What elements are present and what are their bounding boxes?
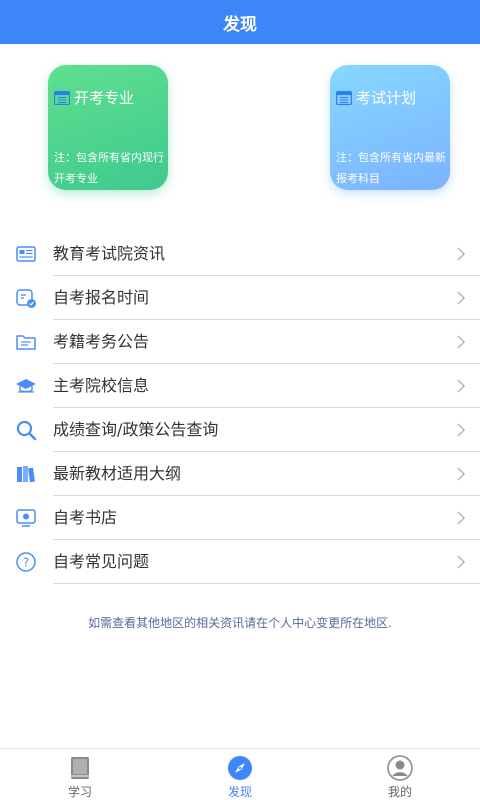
newspaper-icon — [16, 246, 36, 262]
card-open-majors[interactable]: 开考专业 注：包含所有省内现行开考专业 — [48, 65, 168, 190]
card-header: 开考专业 — [54, 87, 162, 108]
menu-item-label: 成绩查询/政策公告查询 — [53, 420, 219, 439]
search-icon — [16, 420, 37, 441]
menu-item-label: 最新教材适用大纲 — [53, 464, 182, 483]
menu-item-label: 考籍考务公告 — [53, 332, 150, 351]
chevron-right-icon — [457, 555, 466, 569]
tab-study[interactable]: 学习 — [0, 749, 160, 800]
card-title: 开考专业 — [74, 89, 135, 107]
registration-clock-icon — [16, 289, 36, 308]
menu-item-label: 教育考试院资讯 — [53, 244, 166, 263]
question-icon: ? — [16, 552, 36, 572]
tab-discover[interactable]: 发现 — [160, 749, 320, 800]
card-header: 考试计划 — [336, 87, 444, 108]
divider — [53, 583, 480, 584]
store-screen-icon — [16, 509, 36, 527]
card-note: 注：包含所有省内最新报考科目 — [336, 151, 446, 185]
calendar-grid-icon — [336, 90, 352, 105]
user-icon — [387, 755, 413, 781]
menu-item-exam-news[interactable]: 教育考试院资讯 — [0, 232, 480, 276]
chevron-right-icon — [457, 247, 466, 261]
menu-item-label: 自考常见问题 — [53, 552, 150, 571]
menu-item-registration-time[interactable]: 自考报名时间 — [0, 276, 480, 320]
compass-icon — [228, 756, 252, 780]
chevron-right-icon — [457, 511, 466, 525]
chevron-right-icon — [457, 335, 466, 349]
top-bar: 发现 — [0, 0, 480, 44]
books-icon — [17, 466, 35, 483]
card-note: 注：包含所有省内现行开考专业 — [54, 151, 164, 185]
menu-item-host-school-info[interactable]: 主考院校信息 — [0, 364, 480, 408]
menu-item-textbook-syllabus[interactable]: 最新教材适用大纲 — [0, 452, 480, 496]
folder-document-icon — [16, 335, 36, 350]
chevron-right-icon — [457, 423, 466, 437]
menu-item-exam-affairs-notice[interactable]: 考籍考务公告 — [0, 320, 480, 364]
region-hint: 如需查看其他地区的相关资讯请在个人中心变更所在地区. — [88, 616, 392, 630]
tab-label: 我的 — [387, 785, 412, 799]
menu-item-label: 主考院校信息 — [53, 376, 150, 395]
menu-item-label: 自考报名时间 — [53, 288, 150, 307]
menu-item-faq[interactable]: ? 自考常见问题 — [0, 540, 480, 584]
discover-menu: 教育考试院资讯 自考报名时间 考籍考务公告 主考院校信息 成绩查询/政策公告查询… — [0, 232, 480, 584]
book-icon — [71, 757, 89, 779]
tab-mine[interactable]: 我的 — [320, 749, 480, 800]
menu-item-bookstore[interactable]: 自考书店 — [0, 496, 480, 540]
svg-text:?: ? — [23, 556, 29, 570]
chevron-right-icon — [457, 291, 466, 305]
chevron-right-icon — [457, 467, 466, 481]
menu-item-score-policy-query[interactable]: 成绩查询/政策公告查询 — [0, 408, 480, 452]
graduation-cap-icon — [16, 379, 36, 393]
bottom-tab-bar: 学习 发现 我的 — [0, 748, 480, 800]
card-exam-plan[interactable]: 考试计划 注：包含所有省内最新报考科目 — [330, 65, 450, 190]
chevron-right-icon — [457, 379, 466, 393]
calendar-grid-icon — [54, 90, 70, 105]
page-title: 发现 — [223, 14, 257, 35]
tab-label: 学习 — [67, 785, 92, 799]
card-title: 考试计划 — [356, 89, 417, 107]
menu-item-label: 自考书店 — [53, 508, 118, 527]
tab-label: 发现 — [227, 785, 252, 799]
